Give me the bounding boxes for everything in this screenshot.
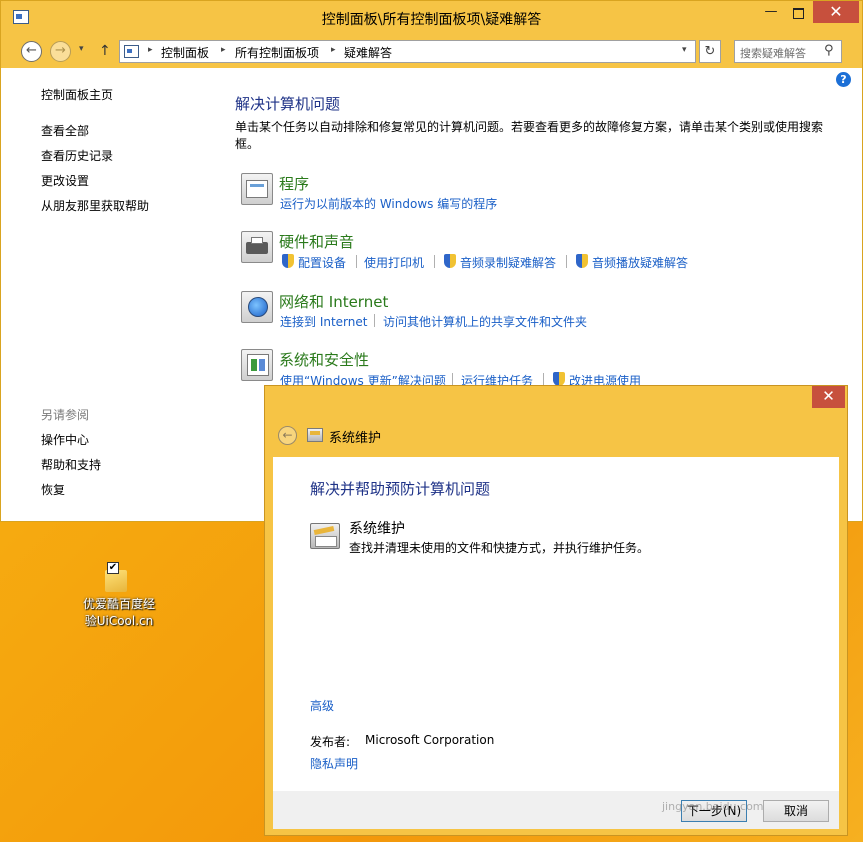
maximize-button[interactable]	[785, 1, 811, 23]
dialog-back-button[interactable]: ←	[278, 426, 297, 445]
see-also-recovery[interactable]: 恢复	[41, 481, 65, 498]
see-also-heading: 另请参阅	[41, 408, 90, 422]
publisher-label: 发布者:	[310, 735, 351, 749]
shield-icon	[444, 254, 456, 268]
advanced-link[interactable]: 高级	[310, 697, 334, 714]
control-panel-icon	[124, 45, 139, 58]
dialog-title: 系统维护	[329, 431, 382, 446]
dialog-body: 解决并帮助预防计算机问题 系统维护 查找并清理未使用的文件和快捷方式，并执行维护…	[273, 457, 839, 791]
divider	[566, 255, 567, 268]
maintenance-icon	[307, 428, 323, 442]
dialog-heading: 解决并帮助预防计算机问题	[310, 480, 491, 498]
checkbox-icon[interactable]: ✔	[107, 562, 119, 574]
help-icon[interactable]: ?	[836, 72, 851, 87]
divider	[374, 314, 375, 327]
back-button[interactable]: ←	[21, 41, 42, 62]
troubleshooter-description: 查找并清理未使用的文件和快捷方式，并执行维护任务。	[349, 541, 650, 555]
link-shared-files[interactable]: 访问其他计算机上的共享文件和文件夹	[383, 313, 587, 330]
up-button[interactable]: ↑	[99, 43, 111, 59]
forward-button[interactable]: →	[50, 41, 71, 62]
sidebar-item-view-all[interactable]: 查看全部	[41, 122, 89, 139]
publisher-value: Microsoft Corporation	[365, 733, 495, 747]
breadcrumb-separator-icon[interactable]: ▸	[331, 45, 336, 55]
cancel-button[interactable]: 取消	[763, 800, 829, 822]
programs-icon[interactable]	[241, 173, 273, 205]
category-system-security-title[interactable]: 系统和安全性	[279, 349, 369, 370]
page-title: 解决计算机问题	[235, 95, 341, 113]
category-hardware-sound-title[interactable]: 硬件和声音	[279, 231, 354, 252]
search-input[interactable]: 搜索疑难解答 ⚲	[734, 40, 842, 63]
close-button[interactable]: ✕	[813, 1, 859, 23]
link-run-old-programs[interactable]: 运行为以前版本的 Windows 编写的程序	[280, 195, 497, 212]
minimize-button[interactable]: —	[758, 1, 784, 23]
navigation-toolbar: ← → ▾ ↑ ▸ 控制面板 ▸ 所有控制面板项 ▸ 疑难解答 ▾ ↻ 搜索疑难…	[1, 34, 862, 68]
divider	[356, 255, 357, 268]
network-globe-icon[interactable]	[241, 291, 273, 323]
breadcrumb-item[interactable]: 疑难解答	[344, 44, 392, 61]
link-audio-playback[interactable]: 音频播放疑难解答	[592, 254, 688, 271]
link-configure-device[interactable]: 配置设备	[298, 254, 346, 271]
system-maintenance-icon	[310, 523, 340, 549]
desktop-icon-label-line2: 验UiCool.cn	[84, 614, 154, 628]
printer-icon[interactable]	[241, 231, 273, 263]
link-use-printer[interactable]: 使用打印机	[364, 254, 424, 271]
recent-locations-chevron-icon[interactable]: ▾	[79, 44, 84, 54]
watermark: Baidu经验	[660, 755, 806, 788]
shield-icon	[553, 372, 565, 386]
breadcrumb-separator-icon[interactable]: ▸	[148, 45, 153, 55]
privacy-statement-link[interactable]: 隐私声明	[310, 755, 358, 772]
search-icon[interactable]: ⚲	[824, 43, 834, 58]
category-programs-title[interactable]: 程序	[279, 173, 309, 194]
sidebar-item-change-settings[interactable]: 更改设置	[41, 172, 89, 189]
breadcrumb-item[interactable]: 控制面板	[161, 44, 209, 61]
desktop-icon-label[interactable]: 优爱酷百度经 验UiCool.cn	[78, 596, 160, 630]
shield-icon	[576, 254, 588, 268]
divider	[434, 255, 435, 268]
troubleshooter-title: 系统维护	[349, 521, 405, 537]
title-bar[interactable]: 控制面板\所有控制面板项\疑难解答 — ✕	[1, 1, 862, 34]
refresh-button[interactable]: ↻	[699, 40, 721, 63]
address-dropdown-chevron-icon[interactable]: ▾	[682, 45, 687, 55]
category-network-internet-title[interactable]: 网络和 Internet	[279, 291, 388, 312]
search-placeholder: 搜索疑难解答	[740, 47, 806, 60]
breadcrumb-separator-icon[interactable]: ▸	[221, 45, 226, 55]
watermark-url: jingyan.baidu.com	[662, 800, 764, 813]
dialog-close-button[interactable]: ✕	[812, 386, 845, 408]
desktop-icon-label-line1: 优爱酷百度经	[82, 597, 155, 611]
see-also-action-center[interactable]: 操作中心	[41, 431, 89, 448]
desktop-folder-icon[interactable]: ✔	[103, 562, 129, 592]
page-description: 单击某个任务以自动排除和修复常见的计算机问题。若要查看更多的故障修复方案，请单击…	[235, 120, 824, 151]
link-connect-internet[interactable]: 连接到 Internet	[280, 313, 367, 330]
see-also-help-support[interactable]: 帮助和支持	[41, 456, 101, 473]
system-security-icon[interactable]	[241, 349, 273, 381]
sidebar-item-view-history[interactable]: 查看历史记录	[41, 147, 113, 164]
sidebar-item-get-help-from-friend[interactable]: 从朋友那里获取帮助	[41, 197, 149, 214]
breadcrumb-item[interactable]: 所有控制面板项	[235, 44, 319, 61]
window-title: 控制面板\所有控制面板项\疑难解答	[321, 12, 542, 28]
link-audio-recording[interactable]: 音频录制疑难解答	[460, 254, 556, 271]
sidebar-item-home[interactable]: 控制面板主页	[41, 86, 113, 103]
address-bar[interactable]: ▸ 控制面板 ▸ 所有控制面板项 ▸ 疑难解答 ▾	[119, 40, 696, 63]
shield-icon	[282, 254, 294, 268]
